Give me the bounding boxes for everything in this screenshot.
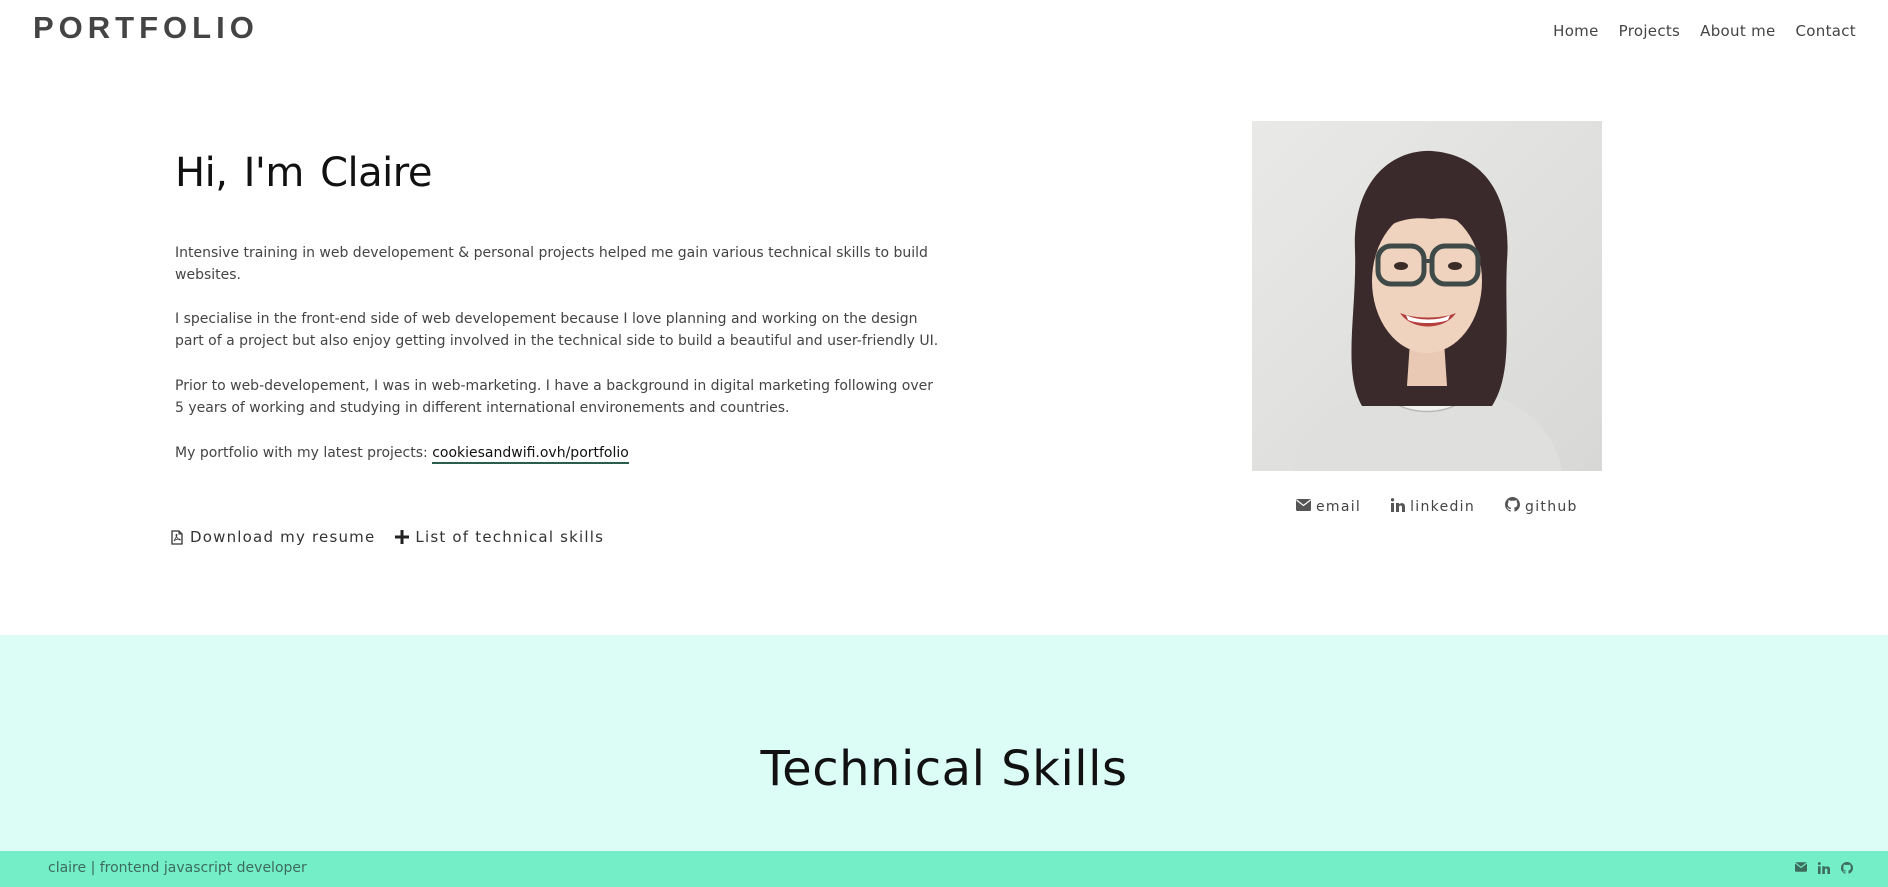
download-resume-label: Download my resume — [190, 528, 376, 546]
site-footer: claire | frontend javascript developer — [0, 851, 1888, 887]
linkedin-icon — [1390, 497, 1406, 516]
technical-skills-label: List of technical skills — [415, 528, 605, 546]
envelope-icon[interactable] — [1795, 862, 1807, 874]
profile-socials: email linkedin github — [1296, 497, 1578, 516]
linkedin-label: linkedin — [1410, 498, 1476, 515]
profile-photo — [1252, 121, 1602, 471]
nav-home[interactable]: Home — [1553, 22, 1599, 40]
linkedin-icon[interactable] — [1818, 862, 1830, 874]
github-icon[interactable] — [1841, 862, 1853, 874]
technical-skills-title: Technical Skills — [760, 741, 1128, 797]
intro-paragraph: Prior to web-developement, I was in web-… — [175, 378, 934, 416]
plus-icon — [395, 529, 410, 545]
footer-icons — [1795, 862, 1853, 874]
email-link[interactable]: email — [1296, 497, 1361, 516]
portfolio-prefix: My portfolio with my latest projects: — [175, 445, 428, 461]
email-label: email — [1316, 498, 1362, 515]
nav-contact[interactable]: Contact — [1796, 22, 1856, 40]
technical-skills-toggle[interactable]: List of technical skills — [395, 528, 604, 546]
intro-heading: Hi, I'm Claire — [175, 150, 432, 196]
nav-projects[interactable]: Projects — [1619, 22, 1681, 40]
site-header: PORTFOLIO Home Projects About me Contact — [0, 0, 1888, 60]
intro-paragraph: Intensive training in web developement &… — [175, 245, 928, 283]
download-resume-button[interactable]: Download my resume — [170, 528, 375, 546]
github-icon — [1505, 497, 1521, 516]
github-label: github — [1525, 498, 1578, 515]
main-nav: Home Projects About me Contact — [1553, 22, 1856, 40]
brand-logo[interactable]: PORTFOLIO — [33, 10, 259, 46]
intro-actions: Download my resume List of technical ski… — [170, 528, 604, 546]
github-link[interactable]: github — [1505, 497, 1578, 516]
technical-skills-section: Technical Skills — [0, 635, 1888, 851]
footer-text: claire | frontend javascript developer — [48, 860, 307, 876]
portfolio-line: My portfolio with my latest projects: co… — [175, 442, 945, 464]
linkedin-link[interactable]: linkedin — [1390, 497, 1476, 516]
intro-paragraph: I specialise in the front-end side of we… — [175, 311, 939, 349]
portfolio-link[interactable]: cookiesandwifi.ovh/portfolio — [432, 445, 629, 464]
file-pdf-icon — [170, 529, 184, 545]
nav-about-me[interactable]: About me — [1700, 22, 1775, 40]
intro-section: Hi, I'm Claire Intensive training in web… — [175, 150, 945, 464]
envelope-icon — [1296, 498, 1311, 515]
